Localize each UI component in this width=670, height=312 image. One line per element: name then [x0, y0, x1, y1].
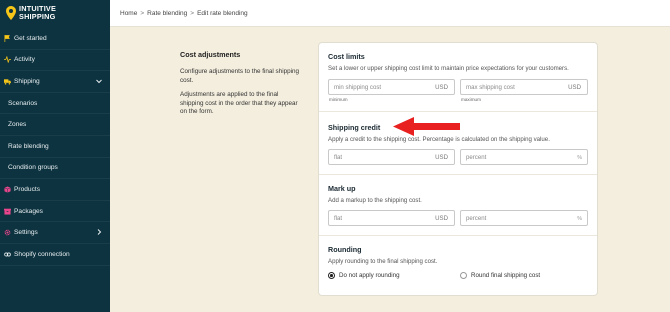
- currency-suffix: USD: [568, 84, 581, 91]
- sidebar-item-scenarios[interactable]: Scenarios: [0, 93, 110, 115]
- markup-percent-input[interactable]: percent %: [460, 210, 588, 226]
- sidebar-item-shipping[interactable]: Shipping: [0, 71, 110, 93]
- sidebar-item-settings[interactable]: Settings: [0, 222, 110, 244]
- markup-percent-placeholder: percent: [466, 215, 487, 222]
- rounding-section: Rounding Apply rounding to the final shi…: [319, 235, 597, 295]
- sidebar-item-shopify-connection[interactable]: Shopify connection: [0, 244, 110, 266]
- sidebar-item-condition-groups[interactable]: Condition groups: [0, 158, 110, 180]
- sidebar-item-label: Get started: [14, 34, 47, 42]
- rounding-title: Rounding: [328, 245, 362, 254]
- brand-name: INTUITIVE SHIPPING: [19, 4, 57, 21]
- box-icon: [4, 186, 11, 193]
- credit-flat-input[interactable]: flat USD: [328, 149, 455, 165]
- max-caption: maximum: [461, 97, 481, 102]
- section-title: Cost adjustments: [180, 50, 241, 59]
- credit-percent-placeholder: percent: [466, 154, 487, 161]
- shipping-credit-help: Apply a credit to the shipping cost. Per…: [328, 136, 550, 143]
- mark-up-title: Mark up: [328, 184, 356, 193]
- breadcrumb-home[interactable]: Home: [120, 10, 137, 17]
- sidebar-item-label: Activity: [14, 56, 35, 64]
- chevron-down-icon[interactable]: [95, 77, 103, 85]
- credit-flat-placeholder: flat: [334, 154, 343, 161]
- sidebar-item-label: Zones: [8, 121, 27, 129]
- sidebar-item-get-started[interactable]: Get started: [0, 28, 110, 50]
- sidebar: INTUITIVE SHIPPING Get started Activity …: [0, 0, 110, 312]
- sidebar-item-products[interactable]: Products: [0, 179, 110, 201]
- sidebar-item-rate-blending[interactable]: Rate blending: [0, 136, 110, 158]
- sidebar-item-label: Rate blending: [8, 142, 49, 150]
- top-bar: Home > Rate blending > Edit rate blendin…: [110, 0, 670, 27]
- currency-suffix: USD: [435, 84, 448, 91]
- mark-up-help: Add a markup to the shipping cost.: [328, 197, 422, 204]
- min-shipping-cost-placeholder: min shipping cost: [334, 84, 382, 91]
- description-text: Adjustments are applied to the final shi…: [180, 91, 298, 116]
- sidebar-item-label: Shopify connection: [14, 250, 70, 258]
- min-shipping-cost-input[interactable]: min shipping cost USD: [328, 79, 455, 95]
- currency-suffix: USD: [435, 154, 448, 161]
- sidebar-item-label: Condition groups: [8, 164, 58, 172]
- sidebar-item-label: Settings: [14, 229, 38, 237]
- breadcrumb-separator: >: [190, 10, 195, 17]
- max-shipping-cost-placeholder: max shipping cost: [466, 84, 515, 91]
- packages-icon: [4, 208, 11, 215]
- markup-flat-input[interactable]: flat USD: [328, 210, 455, 226]
- gear-icon: [4, 229, 11, 236]
- link-icon: [4, 252, 11, 257]
- breadcrumb: Home > Rate blending > Edit rate blendin…: [120, 10, 248, 17]
- shipping-credit-title: Shipping credit: [328, 123, 381, 132]
- min-caption: minimum: [329, 97, 348, 102]
- sidebar-item-activity[interactable]: Activity: [0, 50, 110, 72]
- radio-round-final-shipping-cost[interactable]: Round final shipping cost: [460, 272, 540, 279]
- chevron-right-icon[interactable]: [95, 228, 103, 236]
- red-arrow-annotation-icon: [393, 117, 460, 136]
- sidebar-item-label: Packages: [14, 207, 43, 215]
- sidebar-item-label: Scenarios: [8, 99, 38, 107]
- radio-do-not-apply-rounding[interactable]: Do not apply rounding: [328, 272, 400, 279]
- activity-icon: [4, 56, 11, 64]
- breadcrumb-separator: >: [140, 10, 145, 17]
- cost-limits-title: Cost limits: [328, 52, 365, 61]
- currency-suffix: USD: [435, 215, 448, 222]
- radio-label: Round final shipping cost: [471, 272, 541, 279]
- markup-flat-placeholder: flat: [334, 215, 343, 222]
- sidebar-item-zones[interactable]: Zones: [0, 114, 110, 136]
- sidebar-item-packages[interactable]: Packages: [0, 201, 110, 223]
- mark-up-section: Mark up Add a markup to the shipping cos…: [319, 174, 597, 236]
- cost-adjustments-card: Cost limits Set a lower or upper shippin…: [318, 42, 598, 296]
- radio-unselected-icon[interactable]: [460, 272, 467, 279]
- truck-icon: [4, 79, 11, 85]
- sidebar-item-label: Shipping: [14, 77, 40, 85]
- max-shipping-cost-input[interactable]: max shipping cost USD: [460, 79, 588, 95]
- breadcrumb-rate-blending[interactable]: Rate blending: [147, 10, 187, 17]
- breadcrumb-current: Edit rate blending: [197, 10, 248, 17]
- flag-icon: [4, 34, 10, 42]
- location-pin-icon: [6, 6, 16, 20]
- radio-label: Do not apply rounding: [339, 272, 400, 279]
- radio-selected-icon[interactable]: [328, 272, 335, 279]
- description-text: Configure adjustments to the final shipp…: [180, 68, 300, 84]
- app-logo[interactable]: INTUITIVE SHIPPING: [6, 5, 56, 25]
- sidebar-item-label: Products: [14, 185, 41, 193]
- cost-adjustments-description: Cost adjustments Configure adjustments t…: [180, 50, 300, 123]
- cost-limits-help: Set a lower or upper shipping cost limit…: [328, 65, 569, 72]
- percent-suffix: %: [577, 216, 582, 222]
- rounding-help: Apply rounding to the final shipping cos…: [328, 258, 438, 265]
- sidebar-nav: Get started Activity Shipping Scenarios …: [0, 28, 110, 266]
- percent-suffix: %: [577, 155, 582, 161]
- credit-percent-input[interactable]: percent %: [460, 149, 588, 165]
